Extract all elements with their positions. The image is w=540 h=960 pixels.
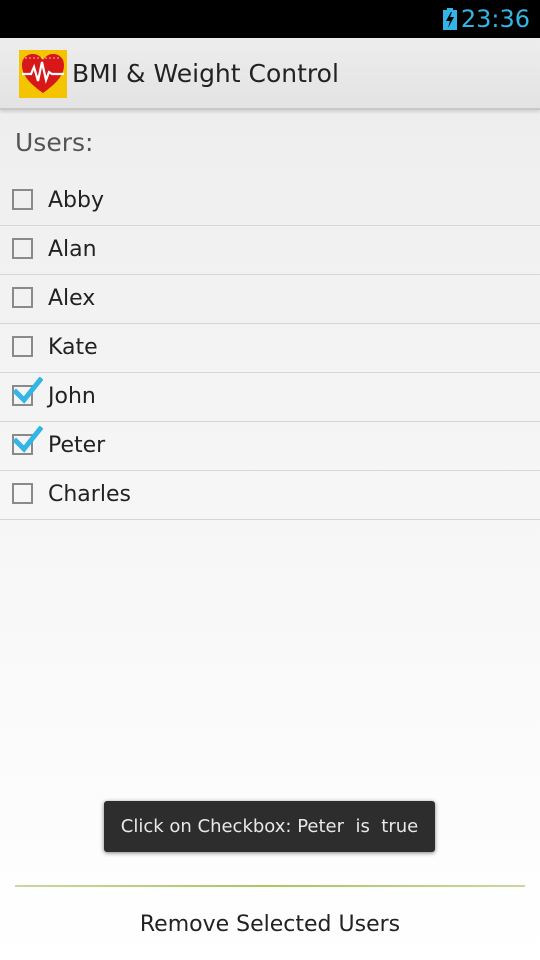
user-checkbox[interactable] — [12, 336, 33, 357]
user-row[interactable]: Alan — [0, 226, 540, 275]
user-name-label: Alan — [48, 237, 97, 262]
user-name-label: Kate — [48, 335, 98, 360]
user-row[interactable]: Peter — [0, 422, 540, 471]
user-name-label: Abby — [48, 188, 104, 213]
user-name-label: Charles — [48, 482, 131, 507]
status-bar: 23:36 — [0, 0, 540, 38]
user-name-label: Peter — [48, 433, 106, 458]
users-section-title: Users: — [15, 128, 94, 157]
heart-pulse-icon[interactable] — [19, 50, 67, 98]
user-checkbox[interactable] — [12, 483, 33, 504]
checkmark-icon — [13, 377, 43, 404]
user-name-label: Alex — [48, 286, 96, 311]
toast-message: Click on Checkbox: Peter is true — [104, 801, 435, 852]
user-checkbox[interactable] — [12, 426, 43, 455]
user-row[interactable]: Charles — [0, 471, 540, 520]
user-checkbox[interactable] — [12, 189, 33, 210]
user-row[interactable]: John — [0, 373, 540, 422]
user-checkbox[interactable] — [12, 287, 33, 308]
user-list: Abby Alan Alex Kate John Peter Charles — [0, 177, 540, 520]
user-row[interactable]: Kate — [0, 324, 540, 373]
action-bar: BMI & Weight Control — [0, 38, 540, 110]
status-clock: 23:36 — [460, 5, 530, 33]
user-checkbox[interactable] — [12, 238, 33, 259]
user-row[interactable]: Abby — [0, 177, 540, 226]
user-row[interactable]: Alex — [0, 275, 540, 324]
user-checkbox[interactable] — [12, 377, 43, 406]
remove-selected-users-button[interactable]: Remove Selected Users — [0, 890, 540, 960]
checkmark-icon — [13, 426, 43, 453]
user-name-label: John — [48, 384, 96, 409]
divider — [15, 885, 525, 887]
battery-charging-icon — [443, 8, 457, 30]
app-title: BMI & Weight Control — [72, 59, 339, 88]
